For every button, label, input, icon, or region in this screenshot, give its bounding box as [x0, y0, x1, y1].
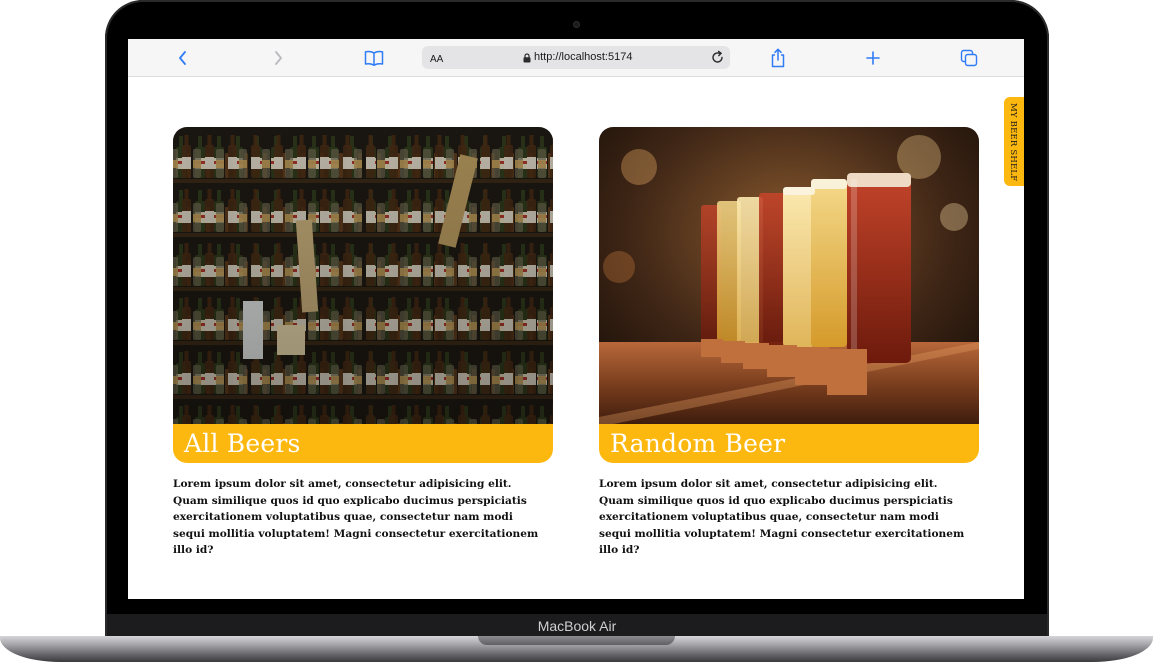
tabs-overview-button[interactable]	[956, 45, 982, 71]
browser-toolbar: AA http://localhost:5174	[128, 39, 1024, 77]
camera-icon	[573, 21, 580, 28]
device-label: MacBook Air	[537, 618, 617, 634]
forward-button[interactable]	[265, 45, 291, 71]
beer-shelves-photo	[173, 127, 553, 427]
new-tab-button[interactable]	[860, 45, 886, 71]
stage: AA http://localhost:5174 All Beers Lorem…	[0, 0, 1153, 662]
card-all-beers-link[interactable]: All Beers	[173, 127, 553, 463]
book-icon	[364, 50, 384, 66]
card-title: All Beers	[184, 429, 301, 458]
chevron-right-icon	[275, 51, 282, 65]
chevron-left-icon	[179, 51, 186, 65]
url-text: http://localhost:5174	[534, 51, 633, 63]
back-button[interactable]	[170, 45, 196, 71]
card-random-beer: Random Beer Lorem ipsum dolor sit amet, …	[599, 127, 979, 559]
laptop-notch	[478, 636, 675, 645]
laptop-chin: MacBook Air	[107, 614, 1047, 638]
card-description: Lorem ipsum dolor sit amet, consectetur …	[599, 478, 965, 556]
address-bar[interactable]: AA http://localhost:5174	[422, 46, 730, 69]
tabs-overview-icon	[960, 49, 978, 67]
reload-icon[interactable]	[710, 50, 725, 65]
card-random-beer-link[interactable]: Random Beer	[599, 127, 979, 463]
text-size-button[interactable]: AA	[430, 50, 443, 67]
card-all-beers: All Beers Lorem ipsum dolor sit amet, co…	[173, 127, 553, 559]
plus-icon	[866, 51, 880, 65]
my-beer-shelf-tab[interactable]: MY BEER SHELF	[1004, 97, 1024, 186]
my-beer-shelf-label: MY BEER SHELF	[1008, 103, 1018, 182]
card-title: Random Beer	[610, 429, 786, 458]
beer-glasses-photo	[599, 127, 979, 427]
share-icon	[771, 48, 785, 68]
share-button[interactable]	[765, 45, 791, 71]
card-title-bar: Random Beer	[599, 424, 979, 463]
card-title-bar: All Beers	[173, 424, 553, 463]
bookmarks-button[interactable]	[361, 45, 387, 71]
text-size-label: AA	[430, 54, 444, 65]
browser-screen: AA http://localhost:5174 All Beers Lorem…	[128, 39, 1024, 599]
card-description: Lorem ipsum dolor sit amet, consectetur …	[173, 478, 539, 556]
web-page: All Beers Lorem ipsum dolor sit amet, co…	[128, 77, 1024, 599]
lock-icon	[523, 53, 531, 63]
